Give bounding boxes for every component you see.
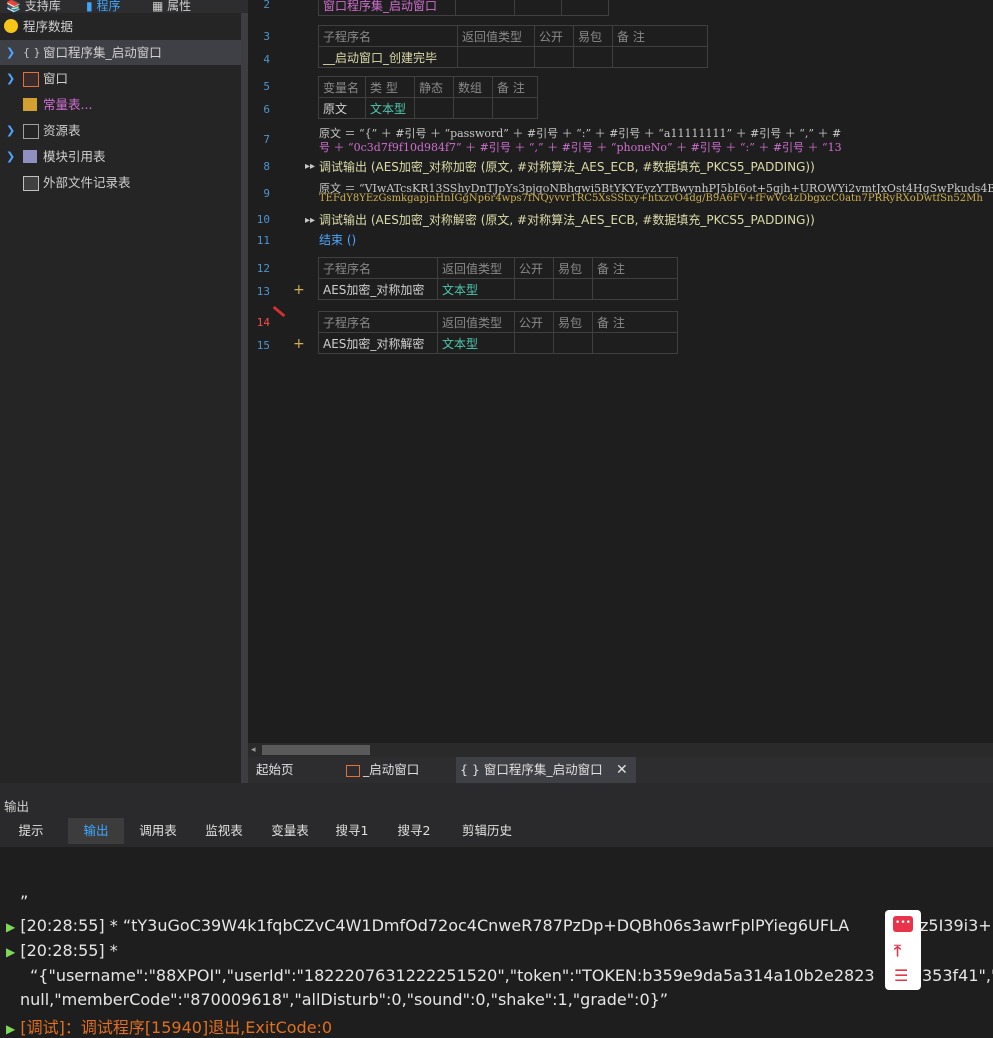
output-tab-search1[interactable]: 搜寻1 <box>330 818 374 844</box>
chevron-right-icon[interactable]: ❯ <box>6 40 15 65</box>
tree-item-resources[interactable]: ❯ 资源表 <box>0 118 241 143</box>
output-line-tail: z5I39i3+ <box>920 916 992 935</box>
doc-tab-window-assembly[interactable]: { } 窗口程序集_启动窗口 ✕ <box>456 757 636 783</box>
braces-icon: { } <box>460 762 480 777</box>
subroutine-table-3: 子程序名 返回值类型 公开 易包 备 注 AES加密_对称解密 文本型 <box>318 311 678 354</box>
variable-table: 变量名 类 型 静态 数组 备 注 原文 文本型 <box>318 76 538 119</box>
module-icon <box>23 150 37 163</box>
book-icon: 📚 <box>6 0 21 13</box>
tree-item-constants[interactable]: 常量表... <box>0 92 241 117</box>
line-number: 8 <box>263 160 270 173</box>
expand-triangle-icon[interactable]: ▶ <box>6 920 15 934</box>
constant-table-icon <box>23 98 37 111</box>
window-icon <box>23 72 39 87</box>
top-tab-bar: 📚 支持库 ▮ 程序 ▦ 属性 <box>0 0 248 13</box>
line-number: 7 <box>263 133 270 146</box>
output-line: ▶ [20:28:55] * “tY3uGoC39W4k1fqbCZvC4W1D… <box>6 916 850 935</box>
line-number: 2 <box>263 0 270 11</box>
subroutine-table-2: 子程序名 返回值类型 公开 易包 备 注 AES加密_对称加密 文本型 <box>318 257 678 300</box>
tree-item-window[interactable]: ❯ 窗口 <box>0 66 241 91</box>
tree-item-module-refs[interactable]: ❯ 模块引用表 <box>0 144 241 169</box>
output-tab-watch[interactable]: 监视表 <box>198 818 250 844</box>
variable-name-cell[interactable]: 原文 <box>318 97 366 119</box>
tab-properties[interactable]: ▦ 属性 <box>152 0 191 13</box>
line-number: 13 <box>256 285 270 298</box>
output-tab-variables[interactable]: 变量表 <box>264 818 316 844</box>
braces-icon: { } <box>23 46 41 59</box>
code-line-10[interactable]: 调试输出 (AES加密_对称解密 (原文, #对称算法_AES_ECB, #数据… <box>319 211 815 228</box>
subroutine-table-1: 子程序名 返回值类型 公开 易包 备 注 __启动窗口_创建完毕 <box>318 25 708 68</box>
fold-arrow-icon[interactable]: ▸▸ <box>305 161 315 172</box>
subroutine-name-cell[interactable]: __启动窗口_创建完毕 <box>318 46 458 68</box>
floating-toolbar: ••• ⤒ ☰ <box>885 910 921 990</box>
output-tab-hint[interactable]: 提示 <box>10 818 52 844</box>
variable-type-cell[interactable]: 文本型 <box>365 97 415 119</box>
output-tab-clip-history[interactable]: 剪辑历史 <box>456 818 518 844</box>
output-line: null,"memberCode":"870009618","allDistur… <box>20 990 669 1009</box>
output-line: ▶ [20:28:55] * <box>6 941 118 960</box>
property-icon: ▦ <box>152 0 164 13</box>
tree-root[interactable]: 程序数据 <box>0 14 241 39</box>
code-line-7b[interactable]: 号 ＋ “0c3d7f9f10d984f7” ＋ #引号 ＋ “,” ＋ #引号… <box>319 139 842 155</box>
doc-tab-start-page[interactable]: 起始页 <box>256 757 294 783</box>
chat-icon[interactable]: ••• <box>893 916 913 932</box>
output-line: “{"username":"88XPOI","userId":"18222076… <box>30 966 875 985</box>
output-line-exit: ▶ [调试]：调试程序[15940]退出,ExitCode:0 <box>6 1018 333 1037</box>
chevron-right-icon[interactable]: ❯ <box>6 118 15 143</box>
smiley-icon <box>4 19 18 33</box>
chevron-right-icon[interactable]: ❯ <box>6 144 15 169</box>
fold-arrow-icon[interactable]: ▸▸ <box>305 215 315 226</box>
line-number: 5 <box>263 80 270 93</box>
output-line-tail: 353f41"," <box>922 966 993 985</box>
assembly-table: 窗口程序集_启动窗口 <box>318 0 609 16</box>
output-line: ” <box>20 892 29 911</box>
assembly-name-cell[interactable]: 窗口程序集_启动窗口 <box>318 0 456 16</box>
line-number: 6 <box>263 103 270 116</box>
expand-plus-icon[interactable]: + <box>293 282 305 298</box>
file-icon <box>23 176 39 191</box>
code-line-8[interactable]: 调试输出 (AES加密_对称加密 (原文, #对称算法_AES_ECB, #数据… <box>319 158 815 175</box>
back-to-top-icon[interactable]: ⤒ <box>894 941 901 961</box>
scroll-left-icon[interactable]: ◂ <box>251 745 256 755</box>
window-icon <box>346 764 360 777</box>
scrollbar-thumb[interactable] <box>262 745 370 755</box>
resource-icon <box>23 124 39 139</box>
output-tab-search2[interactable]: 搜寻2 <box>392 818 436 844</box>
tab-program[interactable]: ▮ 程序 <box>86 0 120 13</box>
tree-item-window-assembly[interactable]: ❯ { } 窗口程序集_启动窗口 <box>0 40 241 65</box>
line-number-breakpoint: 14 <box>256 316 270 329</box>
doc-tab-startup-window[interactable]: _启动窗口 <box>346 757 419 783</box>
expand-triangle-icon[interactable]: ▶ <box>6 945 15 959</box>
code-line-11[interactable]: 结束 () <box>319 231 356 248</box>
line-number: 15 <box>256 339 270 352</box>
list-icon[interactable]: ☰ <box>894 966 908 985</box>
tab-support-library[interactable]: 📚 支持库 <box>6 0 61 13</box>
line-number: 4 <box>263 53 270 66</box>
line-number: 9 <box>263 187 270 200</box>
close-icon[interactable]: ✕ <box>616 757 628 783</box>
line-number: 11 <box>256 234 270 247</box>
line-number: 10 <box>256 213 270 226</box>
output-tab-output[interactable]: 输出 <box>68 818 124 844</box>
expand-plus-icon[interactable]: + <box>293 336 305 352</box>
line-number: 12 <box>256 262 270 275</box>
line-number: 3 <box>263 30 270 43</box>
tree-item-external-files[interactable]: 外部文件记录表 <box>0 170 241 195</box>
code-line-9b[interactable]: TEFdY8YEzGsmkgapjnHnIGgNp6r4wps7fNQyvvr1… <box>319 193 983 204</box>
subroutine-name-cell[interactable]: AES加密_对称解密 <box>318 332 438 354</box>
chevron-right-icon[interactable]: ❯ <box>6 66 15 91</box>
output-tab-call-stack[interactable]: 调用表 <box>132 818 184 844</box>
output-panel-title: 输出 <box>4 799 30 814</box>
program-tree-panel: 程序数据 ❯ { } 窗口程序集_启动窗口 ❯ 窗口 常量表... ❯ 资源表 … <box>0 13 248 783</box>
document-icon: ▮ <box>86 0 93 13</box>
subroutine-name-cell[interactable]: AES加密_对称加密 <box>318 278 438 300</box>
tree-scrollbar[interactable] <box>241 13 248 783</box>
expand-triangle-icon[interactable]: ▶ <box>6 1022 15 1036</box>
